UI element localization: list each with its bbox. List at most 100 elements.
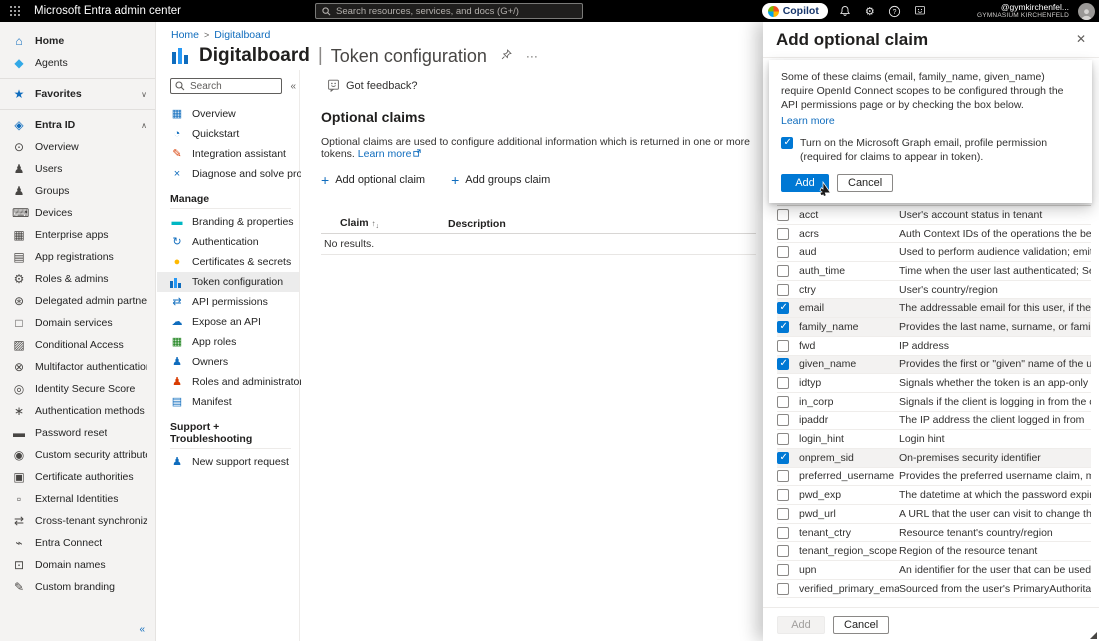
claim-row-preferred-username[interactable]: preferred_usernameProvides the preferred… <box>777 468 1091 487</box>
add-groups-claim-button[interactable]: + Add groups claim <box>451 173 550 187</box>
claim-checkbox[interactable] <box>777 527 789 539</box>
claim-checkbox[interactable] <box>777 377 789 389</box>
learn-more-link[interactable]: Learn more <box>781 115 835 127</box>
dialog-cancel-button[interactable]: Cancel <box>837 174 893 192</box>
sidebar-item-groups[interactable]: ♟Groups <box>0 180 155 202</box>
claim-checkbox[interactable] <box>777 209 789 221</box>
claim-row-ipaddr[interactable]: ipaddrThe IP address the client logged i… <box>777 412 1091 431</box>
menu-item-token-configuration[interactable]: Token configuration <box>157 272 299 292</box>
claim-row-given-name[interactable]: given_nameProvides the first or "given" … <box>777 356 1091 375</box>
breadcrumb-digitalboard[interactable]: Digitalboard <box>214 29 270 41</box>
claim-checkbox[interactable] <box>777 265 789 277</box>
menu-item-diagnose-and-solve-problems[interactable]: ×Diagnose and solve problems <box>157 164 299 184</box>
sidebar-item-certificate-authorities[interactable]: ▣Certificate authorities <box>0 466 155 488</box>
sidebar-item-external-identities[interactable]: ▫External Identities <box>0 488 155 510</box>
sidebar-item-app-registrations[interactable]: ▤App registrations <box>0 246 155 268</box>
claim-row-idtyp[interactable]: idtypSignals whether the token is an app… <box>777 374 1091 393</box>
menu-item-quickstart[interactable]: ◔Quickstart <box>157 124 299 144</box>
claim-row-ctry[interactable]: ctryUser's country/region <box>777 281 1091 300</box>
sidebar-item-authentication-methods[interactable]: ∗Authentication methods <box>0 400 155 422</box>
panel-add-button[interactable]: Add <box>777 616 825 634</box>
sidebar-item-favorites[interactable]: ★Favorites∨ <box>0 83 155 105</box>
waffle-icon[interactable] <box>0 0 30 22</box>
claim-row-onprem-sid[interactable]: onprem_sidOn-premises security identifie… <box>777 449 1091 468</box>
copilot-button[interactable]: Copilot <box>762 3 828 19</box>
sidebar-item-home[interactable]: ⌂Home <box>0 30 155 52</box>
claim-row-email[interactable]: emailThe addressable email for this user… <box>777 299 1091 318</box>
graph-permission-checkbox[interactable] <box>781 137 793 149</box>
claim-row-tenant-ctry[interactable]: tenant_ctryResource tenant's country/reg… <box>777 524 1091 543</box>
menu-item-branding-properties[interactable]: ▬Branding & properties <box>157 212 299 232</box>
feedback-icon[interactable] <box>912 3 928 19</box>
claim-row-login-hint[interactable]: login_hintLogin hint <box>777 430 1091 449</box>
claim-row-aud[interactable]: audUsed to perform audience validation; … <box>777 243 1091 262</box>
sidebar-item-overview[interactable]: ⊙Overview <box>0 136 155 158</box>
claim-row-pwd-exp[interactable]: pwd_expThe datetime at which the passwor… <box>777 486 1091 505</box>
account-info[interactable]: @gymkirchenfel... GYMNASIUM KIRCHENFELD <box>941 2 1069 20</box>
claim-column-header[interactable]: Claim ↑↓ <box>321 217 448 230</box>
claim-checkbox[interactable] <box>777 246 789 258</box>
sidebar-item-password-reset[interactable]: ▬Password reset <box>0 422 155 444</box>
sidebar-item-custom-branding[interactable]: ✎Custom branding <box>0 576 155 598</box>
sidebar-item-delegated-admin-partners[interactable]: ⊛Delegated admin partners <box>0 290 155 312</box>
claim-row-pwd-url[interactable]: pwd_urlA URL that the user can visit to … <box>777 505 1091 524</box>
claim-checkbox[interactable] <box>777 433 789 445</box>
sidebar-item-multifactor-authentication[interactable]: ⊗Multifactor authentication <box>0 356 155 378</box>
claim-checkbox[interactable] <box>777 340 789 352</box>
claim-row-upn[interactable]: upnAn identifier for the user that can b… <box>777 561 1091 580</box>
claim-checkbox[interactable] <box>777 321 789 333</box>
menu-item-expose-an-api[interactable]: ☁Expose an API <box>157 312 299 332</box>
claim-checkbox[interactable] <box>777 284 789 296</box>
claim-checkbox[interactable] <box>777 358 789 370</box>
claim-checkbox[interactable] <box>777 452 789 464</box>
claim-checkbox[interactable] <box>777 414 789 426</box>
help-icon[interactable]: ? <box>887 3 903 19</box>
sidebar-item-users[interactable]: ♟Users <box>0 158 155 180</box>
menu-item-new-support-request[interactable]: ♟New support request <box>157 452 299 472</box>
claim-checkbox[interactable] <box>777 228 789 240</box>
sidebar-collapse-button[interactable]: « <box>139 624 145 635</box>
notifications-bell-icon[interactable] <box>837 3 853 19</box>
breadcrumb-home[interactable]: Home <box>171 29 199 41</box>
menu-item-owners[interactable]: ♟Owners <box>157 352 299 372</box>
close-icon[interactable]: ✕ <box>1076 32 1086 46</box>
sidebar-item-enterprise-apps[interactable]: ▦Enterprise apps <box>0 224 155 246</box>
panel-cancel-button[interactable]: Cancel <box>833 616 889 634</box>
sidebar-item-domain-names[interactable]: ⊡Domain names <box>0 554 155 576</box>
sidebar-item-custom-security-attributes[interactable]: ◉Custom security attributes <box>0 444 155 466</box>
sidebar-item-domain-services[interactable]: □Domain services <box>0 312 155 334</box>
pin-icon[interactable] <box>501 49 512 63</box>
app-menu-collapse-button[interactable]: « <box>290 81 296 92</box>
claim-checkbox[interactable] <box>777 545 789 557</box>
avatar[interactable] <box>1078 3 1095 20</box>
claim-row-fwd[interactable]: fwdIP address <box>777 337 1091 356</box>
claim-row-acct[interactable]: acctUser's account status in tenant <box>777 206 1091 225</box>
menu-item-authentication[interactable]: ↻Authentication <box>157 232 299 252</box>
sidebar-item-devices[interactable]: ⌨Devices <box>0 202 155 224</box>
claim-checkbox[interactable] <box>777 508 789 520</box>
global-search[interactable] <box>315 3 583 19</box>
claim-checkbox[interactable] <box>777 302 789 314</box>
menu-item-roles-and-administrators[interactable]: ♟Roles and administrators <box>157 372 299 392</box>
menu-item-certificates-secrets[interactable]: ●Certificates & secrets <box>157 252 299 272</box>
claim-row-verified-primary-email[interactable]: verified_primary_emailSourced from the u… <box>777 580 1091 599</box>
claim-row-acrs[interactable]: acrsAuth Context IDs of the operations t… <box>777 225 1091 244</box>
app-menu-search[interactable] <box>170 78 285 94</box>
app-menu-search-input[interactable] <box>170 78 282 94</box>
claim-row-family-name[interactable]: family_nameProvides the last name, surna… <box>777 318 1091 337</box>
more-options-icon[interactable]: ··· <box>526 49 538 63</box>
menu-item-overview[interactable]: ▦Overview <box>157 104 299 124</box>
sidebar-item-conditional-access[interactable]: ▨Conditional Access <box>0 334 155 356</box>
claim-checkbox[interactable] <box>777 396 789 408</box>
claim-checkbox[interactable] <box>777 470 789 482</box>
sidebar-item-cross-tenant-synchronization[interactable]: ⇄Cross-tenant synchronization <box>0 510 155 532</box>
claim-checkbox[interactable] <box>777 489 789 501</box>
menu-item-app-roles[interactable]: ▦App roles <box>157 332 299 352</box>
panel-resize-handle[interactable] <box>1090 632 1097 639</box>
claim-row-auth-time[interactable]: auth_timeTime when the user last authent… <box>777 262 1091 281</box>
sidebar-item-roles-admins[interactable]: ⚙Roles & admins <box>0 268 155 290</box>
menu-item-manifest[interactable]: ▤Manifest <box>157 392 299 412</box>
menu-item-api-permissions[interactable]: ⇄API permissions <box>157 292 299 312</box>
sidebar-item-agents[interactable]: ◆Agents <box>0 52 155 74</box>
global-search-input[interactable] <box>336 6 576 17</box>
